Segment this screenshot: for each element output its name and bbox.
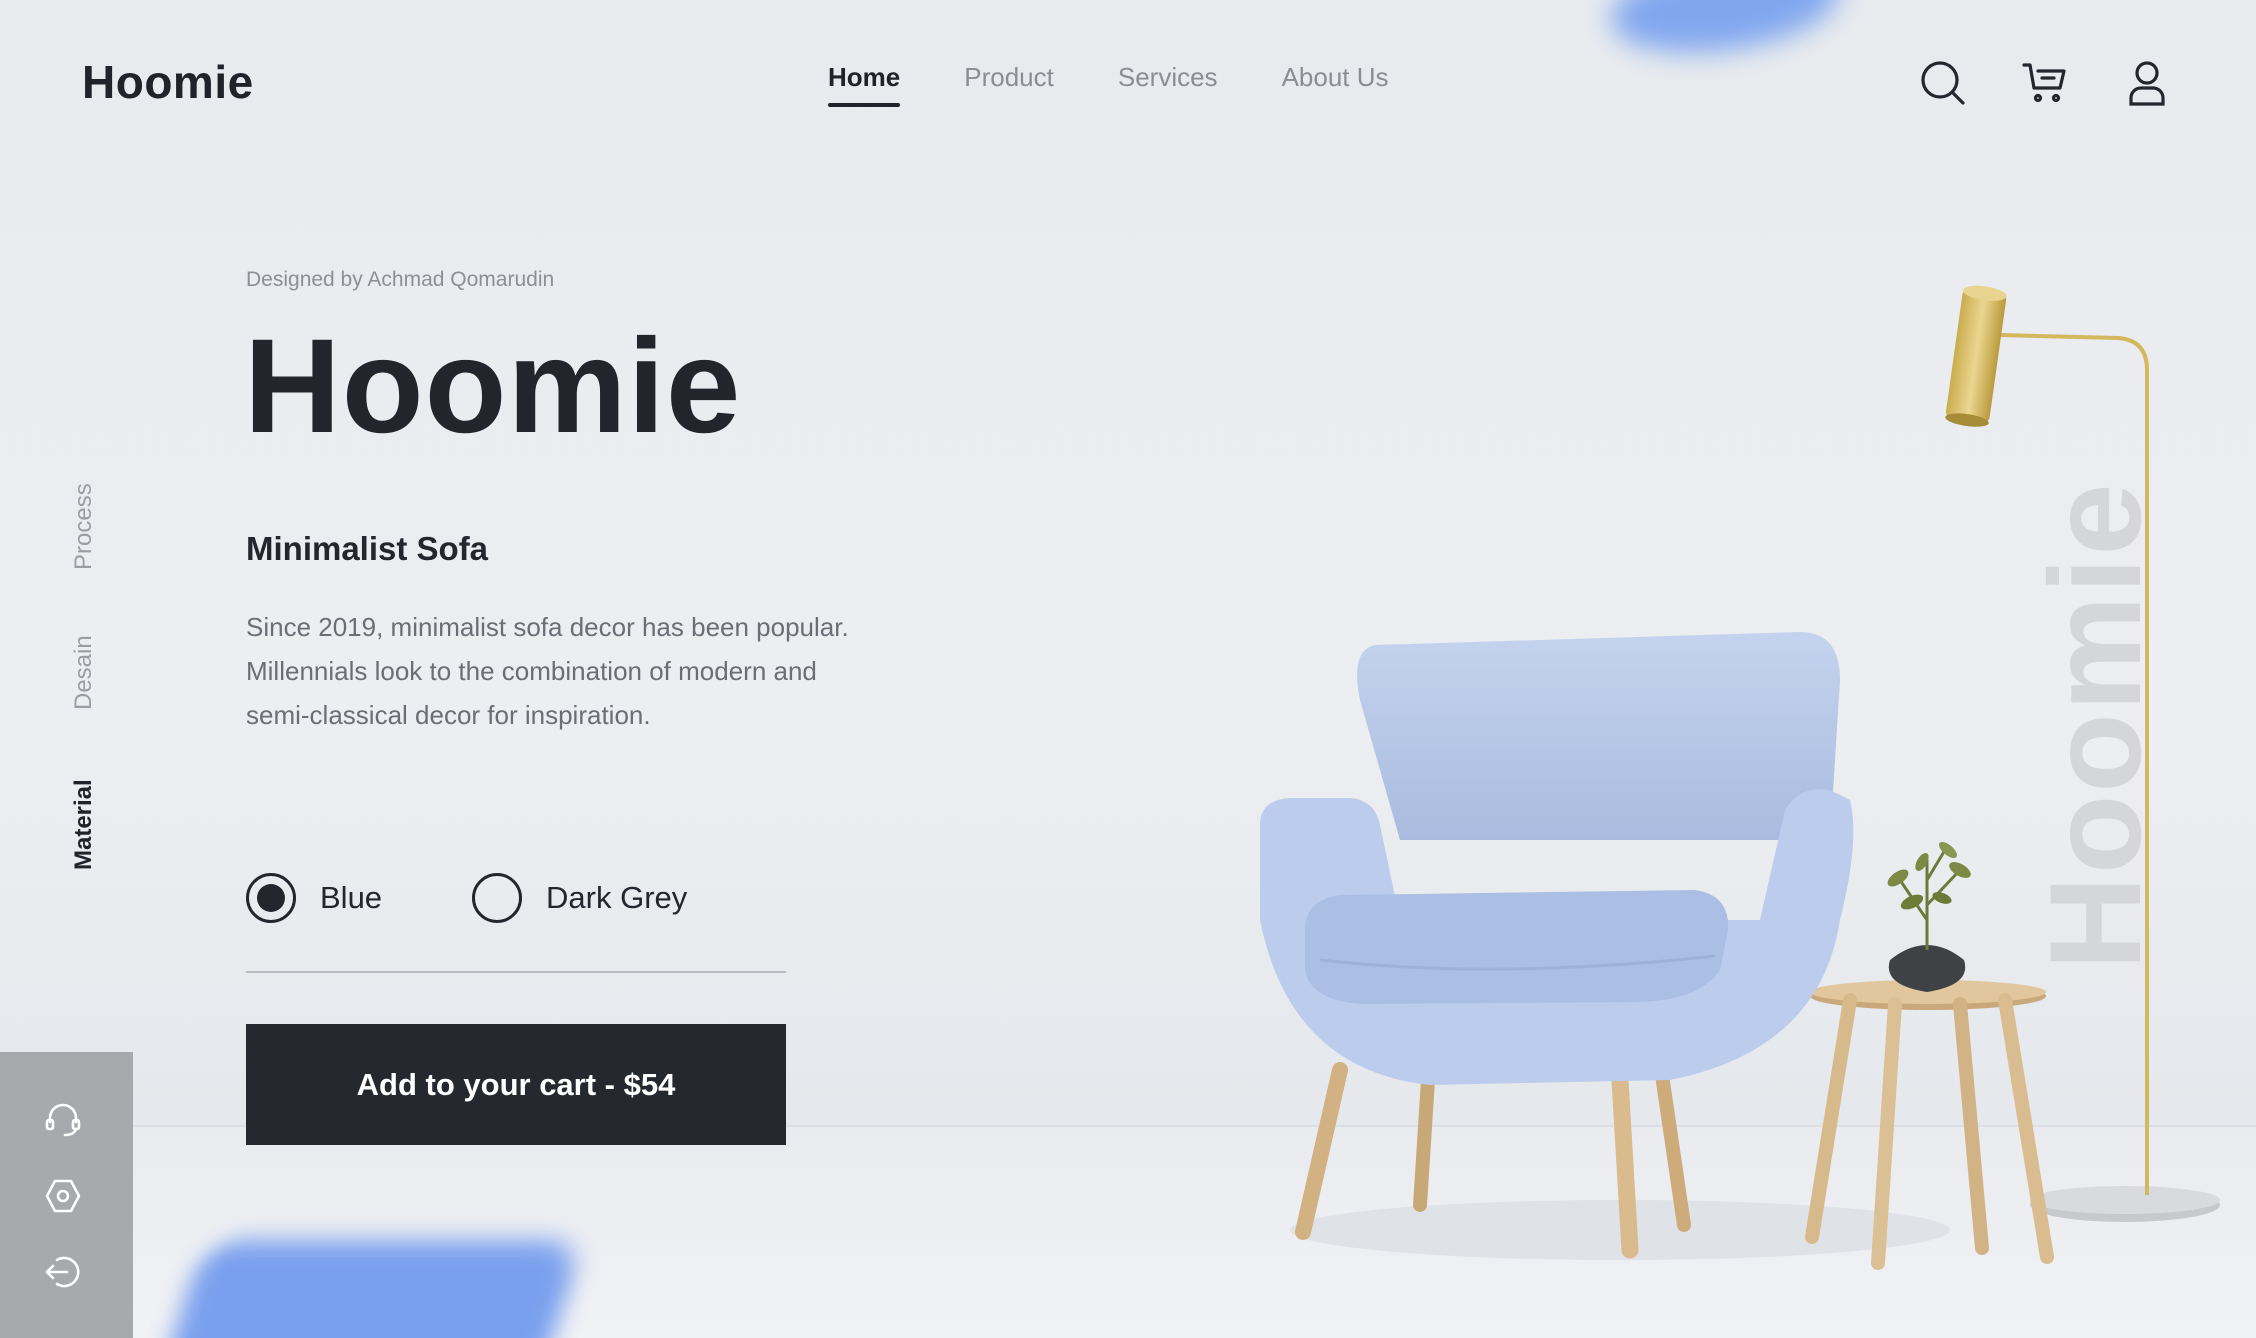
headset-icon[interactable] bbox=[43, 1100, 83, 1140]
main-nav: Home Product Services About Us bbox=[828, 62, 1389, 107]
product-scene bbox=[1260, 285, 2220, 1270]
color-option-blue[interactable]: Blue bbox=[246, 873, 382, 923]
radio-dark-grey[interactable] bbox=[472, 873, 523, 923]
radio-blue[interactable] bbox=[246, 873, 296, 923]
armchair bbox=[1260, 632, 1854, 1085]
add-to-cart-button[interactable]: Add to your cart - $54 bbox=[246, 1024, 786, 1145]
designer-credit: Designed by Achmad Qomarudin bbox=[246, 268, 555, 291]
option-label-blue: Blue bbox=[320, 880, 383, 915]
tab-desain[interactable]: Desain bbox=[70, 635, 98, 710]
color-options: Blue Dark Grey bbox=[246, 873, 687, 923]
option-label-dark-grey: Dark Grey bbox=[546, 880, 688, 915]
description-line: Since 2019, minimalist sofa decor has be… bbox=[246, 612, 849, 642]
decorative-blob-top bbox=[1604, 0, 1846, 66]
cart-icon[interactable] bbox=[2020, 58, 2070, 108]
hero-title: Hoomie bbox=[244, 312, 742, 461]
logout-icon[interactable] bbox=[43, 1252, 83, 1292]
search-icon[interactable] bbox=[1918, 58, 1968, 108]
plant-vase bbox=[1887, 841, 1971, 992]
nav-item-services[interactable]: Services bbox=[1118, 62, 1218, 107]
settings-icon[interactable] bbox=[43, 1176, 83, 1216]
floor-lamp bbox=[1945, 285, 2220, 1222]
tab-process[interactable]: Process bbox=[70, 483, 98, 570]
tab-material[interactable]: Material bbox=[70, 779, 98, 870]
user-icon[interactable] bbox=[2122, 58, 2172, 108]
nav-item-about-us[interactable]: About Us bbox=[1282, 62, 1389, 107]
description-line: semi-classical decor for inspiration. bbox=[246, 700, 651, 730]
nav-item-product[interactable]: Product bbox=[964, 62, 1054, 107]
color-option-dark-grey[interactable]: Dark Grey bbox=[472, 873, 687, 923]
divider bbox=[246, 971, 786, 973]
nav-item-home[interactable]: Home bbox=[828, 62, 901, 107]
header-actions bbox=[1918, 58, 2172, 108]
product-description: Since 2019, minimalist sofa decor has be… bbox=[246, 605, 946, 737]
product-subtitle: Minimalist Sofa bbox=[246, 530, 489, 567]
description-line: Millennials look to the combination of m… bbox=[246, 656, 817, 686]
utility-sidebar bbox=[0, 1052, 133, 1338]
brand-logo[interactable]: Hoomie bbox=[82, 55, 254, 109]
decorative-blob-bottom bbox=[155, 1240, 585, 1338]
vertical-tabs: Process Desain Material bbox=[70, 470, 110, 870]
